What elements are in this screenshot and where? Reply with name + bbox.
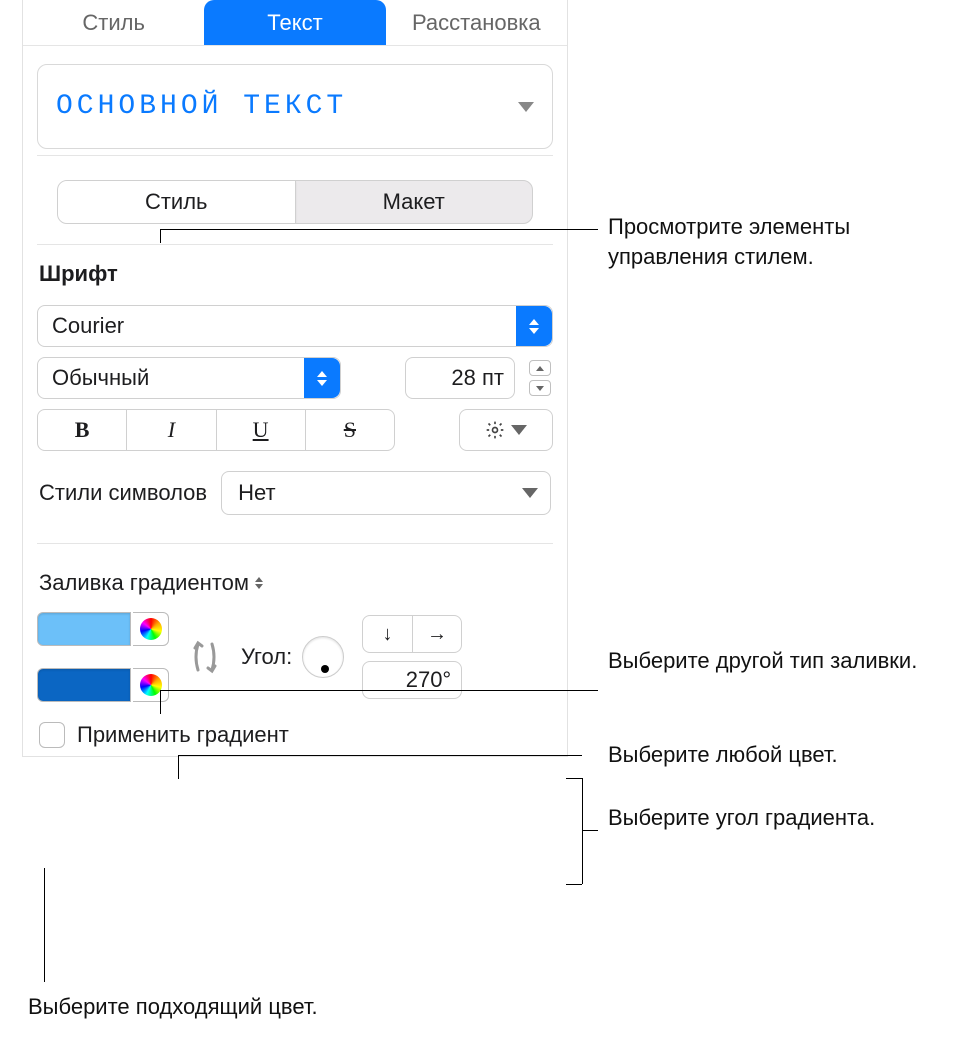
segment-layout[interactable]: Макет <box>296 181 533 223</box>
tab-style[interactable]: Стиль <box>23 0 204 45</box>
callout-any-color: Выберите любой цвет. <box>608 740 928 770</box>
top-tabs: Стиль Текст Расстановка <box>23 0 567 46</box>
advanced-options-button[interactable] <box>459 409 553 451</box>
font-size-stepper[interactable] <box>527 357 553 399</box>
updown-icon <box>255 577 263 589</box>
gradient-color-2-swatch[interactable] <box>37 668 131 702</box>
gradient-color-2-wheel[interactable] <box>133 668 169 702</box>
fill-type-select[interactable]: Заливка градиентом <box>39 570 553 596</box>
strikethrough-button[interactable]: S <box>306 410 394 450</box>
paragraph-style-label: ОСНОВНОЙ ТЕКСТ <box>56 91 347 122</box>
font-section-label: Шрифт <box>39 261 553 287</box>
gradient-direction-buttons: ↓ → <box>362 615 462 653</box>
font-family-select[interactable]: Courier <box>37 305 553 347</box>
gear-icon <box>485 420 505 440</box>
angle-dial[interactable] <box>302 636 344 678</box>
gradient-color-1-swatch[interactable] <box>37 612 131 646</box>
bold-button[interactable]: B <box>38 410 127 450</box>
angle-label: Угол: <box>241 644 292 670</box>
italic-button[interactable]: I <box>127 410 216 450</box>
font-size-field[interactable]: 28 пт <box>405 357 515 399</box>
chevron-down-icon <box>522 488 538 498</box>
font-weight-select[interactable]: Обычный <box>37 357 341 399</box>
gradient-color-1-wheel[interactable] <box>133 612 169 646</box>
select-stepper-icon <box>304 358 340 398</box>
select-stepper-icon <box>516 306 552 346</box>
fill-type-label: Заливка градиентом <box>39 570 249 596</box>
format-panel: Стиль Текст Расстановка ОСНОВНОЙ ТЕКСТ С… <box>22 0 568 757</box>
color-wheel-icon <box>140 674 162 696</box>
character-styles-label: Стили символов <box>39 480 207 506</box>
apply-gradient-label: Применить градиент <box>77 722 289 748</box>
underline-button[interactable]: U <box>217 410 306 450</box>
style-layout-segmented: Стиль Макет <box>57 180 533 224</box>
flip-gradient-button[interactable] <box>187 632 223 682</box>
callout-matching-color: Выберите подходящий цвет. <box>28 992 448 1022</box>
callout-style-controls: Просмотрите элементы управления стилем. <box>608 212 948 271</box>
angle-field[interactable]: 270° <box>362 661 462 699</box>
tab-text[interactable]: Текст <box>204 0 385 45</box>
callout-angle: Выберите угол градиента. <box>608 803 928 833</box>
tab-arrange[interactable]: Расстановка <box>386 0 567 45</box>
segment-style[interactable]: Стиль <box>58 181 296 223</box>
swap-arrows-icon <box>190 632 220 682</box>
font-style-buttons: B I U S <box>37 409 395 451</box>
paragraph-style-select[interactable]: ОСНОВНОЙ ТЕКСТ <box>37 64 553 149</box>
direction-right-button[interactable]: → <box>413 616 462 652</box>
character-styles-select[interactable]: Нет <box>221 471 551 515</box>
chevron-down-icon <box>518 102 534 112</box>
direction-down-button[interactable]: ↓ <box>363 616 413 652</box>
font-family-value: Courier <box>52 313 124 339</box>
callout-fill-type: Выберите другой тип заливки. <box>608 646 928 676</box>
font-weight-value: Обычный <box>52 365 149 391</box>
character-styles-value: Нет <box>238 480 275 506</box>
apply-gradient-checkbox[interactable] <box>39 722 65 748</box>
font-size-value: 28 пт <box>451 365 504 391</box>
color-wheel-icon <box>140 618 162 640</box>
chevron-down-icon <box>511 425 527 435</box>
